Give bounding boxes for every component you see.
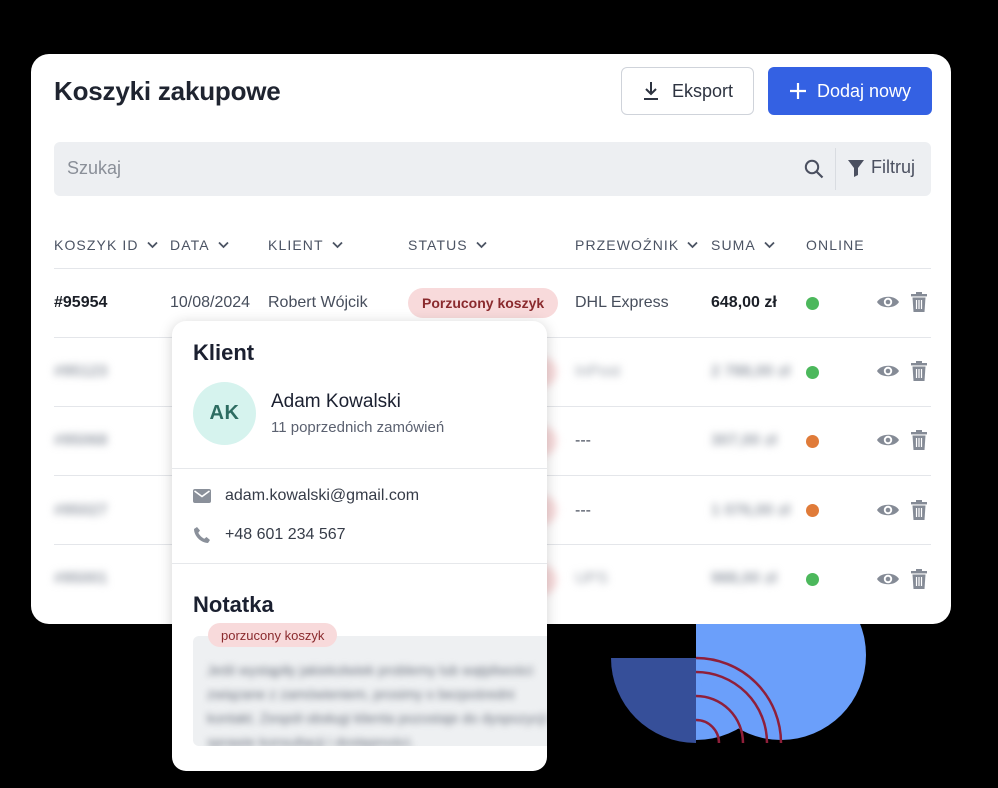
chevron-down-icon — [218, 241, 229, 249]
filter-icon — [848, 159, 864, 177]
page-title: Koszyki zakupowe — [54, 76, 281, 106]
chevron-down-icon — [687, 241, 698, 249]
export-button[interactable]: Eksport — [621, 67, 754, 115]
download-icon — [643, 82, 658, 100]
decorative-shapes — [600, 600, 880, 760]
column-header-label: DATA — [170, 237, 210, 253]
cart-client: Robert Wójcik — [268, 294, 368, 311]
customer-name[interactable]: Adam Kowalski — [271, 391, 401, 413]
cart-sum: 2 788,00 zł — [711, 363, 791, 380]
column-header-status[interactable]: STATUS — [408, 237, 487, 253]
customer-phone: +48 601 234 567 — [225, 526, 346, 543]
search-divider — [835, 148, 836, 190]
column-header-cart-id[interactable]: KOSZYK ID — [54, 237, 158, 253]
column-header-client[interactable]: KLIENT — [268, 237, 343, 253]
filter-button[interactable]: Filtruj — [847, 157, 915, 178]
column-header-sum[interactable]: SUMA — [711, 237, 775, 253]
note-box: Jeśli wystąpiły jakiekolwiek problemy lu… — [193, 636, 547, 746]
status-badge: Porzucony koszyk — [408, 288, 559, 318]
cart-sum: 988,00 zł — [711, 570, 777, 587]
cart-id: #95123 — [54, 363, 108, 380]
previous-orders-count: 11 poprzednich zamówień — [271, 419, 445, 436]
plus-icon — [789, 83, 806, 99]
trash-icon[interactable] — [911, 500, 927, 520]
note-tag: porzucony koszyk — [208, 623, 338, 647]
column-header-label: ONLINE — [806, 237, 865, 253]
column-header-label: PRZEWOŹNIK — [575, 237, 680, 253]
customer-email: adam.kowalski@gmail.com — [225, 487, 420, 504]
column-header-carrier[interactable]: PRZEWOŹNIK — [575, 237, 698, 253]
cart-carrier: InPost — [575, 363, 621, 380]
email-row[interactable]: adam.kowalski@gmail.com — [193, 487, 419, 505]
view-icon[interactable] — [876, 570, 900, 588]
divider — [172, 563, 547, 564]
chevron-down-icon — [146, 241, 158, 249]
search-bar: Filtruj — [54, 142, 931, 196]
online-indicator — [806, 504, 819, 517]
cart-carrier: --- — [575, 502, 591, 519]
header-divider — [54, 268, 931, 269]
column-header-label: KOSZYK ID — [54, 237, 139, 253]
column-header-label: KLIENT — [268, 237, 324, 253]
online-indicator — [806, 435, 819, 448]
note-text: Jeśli wystąpiły jakiekolwiek problemy lu… — [207, 662, 547, 746]
column-header-online: ONLINE — [806, 237, 865, 253]
cart-sum: 648,00 zł — [711, 294, 777, 311]
cart-carrier: UPS — [575, 570, 608, 587]
search-input[interactable] — [67, 158, 767, 179]
phone-row[interactable]: +48 601 234 567 — [193, 526, 346, 544]
chevron-down-icon — [476, 241, 487, 249]
trash-icon[interactable] — [911, 361, 927, 381]
cart-date: 10/08/2024 — [170, 294, 251, 311]
trash-icon[interactable] — [911, 430, 927, 450]
view-icon[interactable] — [876, 431, 900, 449]
view-icon[interactable] — [876, 501, 900, 519]
column-header-date[interactable]: DATA — [170, 237, 229, 253]
view-icon[interactable] — [876, 362, 900, 380]
cart-sum: 1 076,00 zł — [711, 502, 791, 519]
online-indicator — [806, 366, 819, 379]
avatar: AK — [193, 382, 256, 445]
trash-icon[interactable] — [911, 569, 927, 589]
search-icon[interactable] — [804, 159, 824, 179]
divider — [172, 468, 547, 469]
cart-id: #95027 — [54, 502, 108, 519]
online-indicator — [806, 573, 819, 586]
trash-icon[interactable] — [911, 292, 927, 312]
cart-carrier: --- — [575, 432, 591, 449]
phone-icon — [194, 527, 210, 543]
column-header-label: SUMA — [711, 237, 756, 253]
customer-popover: Klient AK Adam Kowalski 11 poprzednich z… — [172, 321, 547, 771]
cart-id: #95001 — [54, 570, 108, 587]
chevron-down-icon — [764, 241, 775, 249]
cart-carrier: DHL Express — [575, 294, 669, 311]
view-icon[interactable] — [876, 293, 900, 311]
mail-icon — [193, 489, 211, 503]
filter-label: Filtruj — [871, 157, 915, 177]
column-header-label: STATUS — [408, 237, 468, 253]
export-label: Eksport — [671, 80, 734, 101]
cart-id: #95068 — [54, 432, 108, 449]
add-new-label: Dodaj nowy — [816, 80, 912, 101]
online-indicator — [806, 297, 819, 310]
cart-sum: 307,00 zł — [711, 432, 777, 449]
cart-id: #95954 — [54, 294, 108, 311]
chevron-down-icon — [331, 241, 343, 249]
client-heading: Klient — [193, 340, 255, 365]
note-heading: Notatka — [193, 592, 274, 617]
add-new-button[interactable]: Dodaj nowy — [768, 67, 932, 115]
